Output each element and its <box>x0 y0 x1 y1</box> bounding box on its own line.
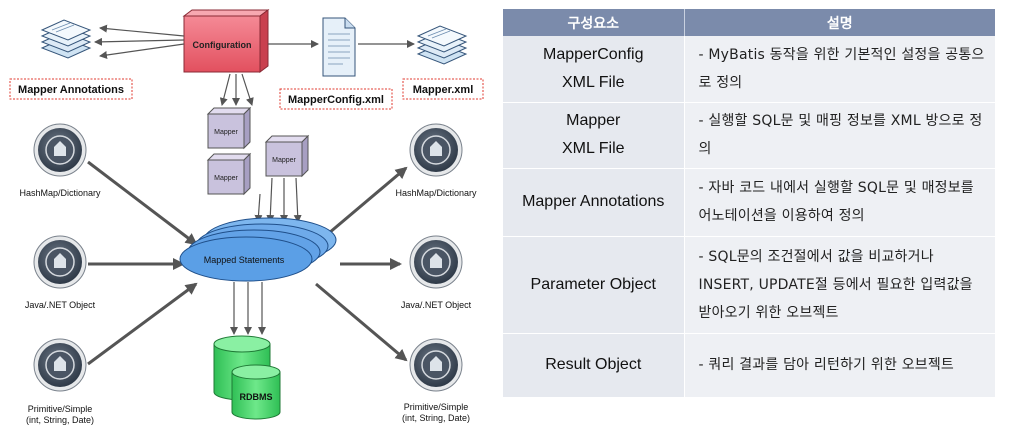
mapper-xml-stack-icon <box>416 25 468 65</box>
header-component: 구성요소 <box>503 9 685 36</box>
table-row: Mapper XML File - 실행할 SQL문 및 매핑 정보를 XML … <box>503 102 995 169</box>
components-table: 구성요소 설명 MapperConfig XML File - MyBatis … <box>503 9 995 398</box>
components-table-container: 구성요소 설명 MapperConfig XML File - MyBatis … <box>503 9 995 398</box>
mapper-cube-1: Mapper <box>206 106 252 150</box>
input-hashmap-icon <box>33 123 87 177</box>
table-row: MapperConfig XML File - MyBatis 동작을 위한 기… <box>503 36 995 103</box>
output-primitive-icon <box>409 338 463 392</box>
component-name: Mapper Annotations <box>503 168 685 237</box>
mapperconfig-document-icon <box>322 17 356 77</box>
header-description: 설명 <box>684 9 995 36</box>
table-row: Parameter Object - SQL문의 조건절에서 값을 비교하거나 … <box>503 236 995 334</box>
input-java-object-label: Java/.NET Object <box>25 300 96 310</box>
configuration-label: Configuration <box>193 40 252 50</box>
table-header-row: 구성요소 설명 <box>503 9 995 36</box>
mybatis-architecture-diagram: Configuration Mapper Annotations MapperC… <box>9 9 484 425</box>
mapper-label: Mapper <box>214 175 238 182</box>
mapper-label: Mapper <box>214 129 238 136</box>
component-name-line: Mapper Annotations <box>522 193 665 210</box>
component-name: Parameter Object <box>503 236 685 334</box>
component-name-line: MapperConfig <box>543 45 644 63</box>
mapper-annotations-label: Mapper Annotations <box>18 84 124 96</box>
mapper-xml-label: Mapper.xml <box>413 84 474 96</box>
component-description: - SQL문의 조건절에서 값을 비교하거나 INSERT, UPDATE절 등… <box>684 236 995 334</box>
annotations-stack-icon <box>40 19 92 59</box>
mapperconfig-xml-label: MapperConfig.xml <box>288 94 384 106</box>
rdbms-label: RDBMS <box>240 392 273 402</box>
input-java-object-icon <box>33 235 87 289</box>
mapper-cube-2: Mapper <box>206 152 252 196</box>
component-description: - 자바 코드 내에서 실행할 SQL문 및 매정보를 어노테이션을 이용하여 … <box>684 168 995 237</box>
component-description: - 실행할 SQL문 및 매핑 정보를 XML 방으로 정의 <box>684 102 995 169</box>
component-name: MapperConfig XML File <box>503 36 685 103</box>
component-name-line: Parameter Object <box>530 275 656 293</box>
component-name: Mapper XML File <box>503 102 685 169</box>
component-name: Result Object <box>503 333 685 398</box>
rdbms-database-icon: RDBMS <box>213 335 281 420</box>
mapped-statements: Mapped Statements <box>179 217 337 282</box>
input-primitive-label-line2: (int, String, Date) <box>26 415 94 425</box>
component-name-line: Result Object <box>545 356 642 373</box>
mapper-cube-3: Mapper <box>264 134 310 178</box>
input-primitive-label-line1: Primitive/Simple <box>28 404 93 414</box>
output-java-object-label: Java/.NET Object <box>401 300 472 310</box>
mapper-xml-label-box: Mapper.xml <box>402 78 484 100</box>
input-hashmap-label: HashMap/Dictionary <box>19 188 101 198</box>
configuration-box: Configuration <box>182 9 270 73</box>
mapperconfig-xml-label-box: MapperConfig.xml <box>279 88 393 110</box>
output-primitive-label-line1: Primitive/Simple <box>404 402 469 412</box>
output-hashmap-label: HashMap/Dictionary <box>395 188 477 198</box>
component-name-line: XML File <box>561 140 625 157</box>
output-hashmap-icon <box>409 123 463 177</box>
input-primitive-icon <box>33 338 87 392</box>
table-row: Mapper Annotations - 자바 코드 내에서 실행할 SQL문 … <box>503 168 995 237</box>
mapper-annotations-label-box: Mapper Annotations <box>9 78 133 100</box>
component-description: - 쿼리 결과를 담아 리턴하기 위한 오브젝트 <box>684 333 995 398</box>
output-java-object-icon <box>409 235 463 289</box>
table-row: Result Object - 쿼리 결과를 담아 리턴하기 위한 오브젝트 <box>503 333 995 398</box>
output-primitive-label-line2: (int, String, Date) <box>402 413 470 423</box>
component-name-line: Mapper <box>566 112 621 129</box>
component-name-line: XML File <box>561 73 625 91</box>
mapped-statements-label: Mapped Statements <box>204 255 285 265</box>
component-description: - MyBatis 동작을 위한 기본적인 설정을 공통으로 정의 <box>684 36 995 103</box>
mapper-label: Mapper <box>272 157 296 164</box>
